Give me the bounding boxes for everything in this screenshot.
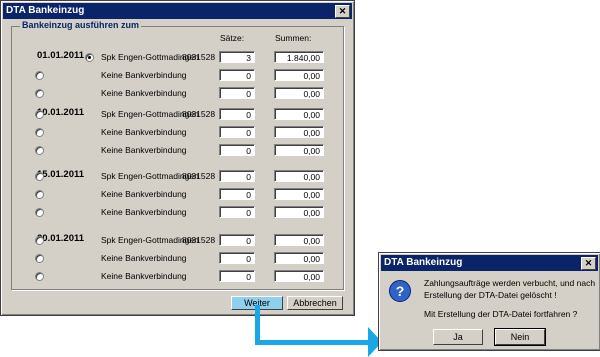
ja-button[interactable]: Ja <box>433 329 483 345</box>
bank-name: Keine Bankverbindung <box>101 207 187 217</box>
bank-radio-button[interactable] <box>85 53 94 62</box>
saetze-field: 0 <box>219 252 255 264</box>
dta-bankeinzug-window: DTA Bankeinzug ✕ Bankeinzug ausführen zu… <box>0 0 355 316</box>
section-date: 01.01.2011 <box>37 50 85 61</box>
saetze-field: 0 <box>219 69 255 81</box>
column-header-saetze: Sätze: <box>220 33 245 43</box>
confirm-message-line1: Zahlungsaufträge werden verbucht, und na… <box>424 278 596 288</box>
bank-radio-button[interactable] <box>35 172 44 181</box>
column-header-summen: Summen: <box>275 33 312 43</box>
section-date: 10.01.2011 <box>37 107 85 118</box>
confirm-title: DTA Bankeinzug <box>384 257 463 268</box>
bank-name: Keine Bankverbindung <box>101 253 187 263</box>
summen-field: 0,00 <box>274 170 324 182</box>
bank-blz: 8031528 <box>182 171 216 181</box>
arrow-line-down <box>255 305 260 345</box>
bank-radio-button[interactable] <box>35 89 44 98</box>
bank-name: Keine Bankverbindung <box>101 70 187 80</box>
bank-name: Keine Bankverbindung <box>101 271 187 281</box>
question-icon: ? <box>389 280 411 302</box>
bank-radio-button[interactable] <box>35 128 44 137</box>
section-date: 15.01.2011 <box>37 169 85 180</box>
bankeinzug-group: Bankeinzug ausführen zum <box>11 20 344 290</box>
confirm-close-icon[interactable]: ✕ <box>581 257 596 270</box>
confirm-question: Mit Erstellung der DTA-Datei fortfahren … <box>424 309 578 319</box>
bank-radio-button[interactable] <box>35 110 44 119</box>
bank-radio-button[interactable] <box>35 71 44 80</box>
summen-field: 0,00 <box>274 87 324 99</box>
bank-radio-button[interactable] <box>35 146 44 155</box>
saetze-field: 0 <box>219 87 255 99</box>
window-title-bar: DTA Bankeinzug ✕ <box>3 3 352 19</box>
section-date: 20.01.2011 <box>37 233 85 244</box>
bank-radio-button[interactable] <box>35 236 44 245</box>
bank-radio-button[interactable] <box>35 272 44 281</box>
saetze-field: 0 <box>219 270 255 282</box>
saetze-field: 0 <box>219 188 255 200</box>
saetze-field: 0 <box>219 234 255 246</box>
bank-blz: 8031528 <box>182 235 216 245</box>
nein-button[interactable]: Nein <box>494 328 546 346</box>
abbrechen-button[interactable]: Abbrechen <box>287 296 343 310</box>
bank-radio-button[interactable] <box>35 208 44 217</box>
summen-field: 0,00 <box>274 188 324 200</box>
summen-field: 0,00 <box>274 69 324 81</box>
close-icon[interactable]: ✕ <box>335 5 350 18</box>
bank-name: Keine Bankverbindung <box>101 189 187 199</box>
summen-field: 0,00 <box>274 206 324 218</box>
bank-name: Keine Bankverbindung <box>101 88 187 98</box>
summen-field: 0,00 <box>274 144 324 156</box>
summen-field: 0,00 <box>274 108 324 120</box>
bank-radio-button[interactable] <box>35 254 44 263</box>
summen-field: 0,00 <box>274 252 324 264</box>
bank-name: Keine Bankverbindung <box>101 145 187 155</box>
summen-field: 0,00 <box>274 270 324 282</box>
bank-name: Keine Bankverbindung <box>101 127 187 137</box>
confirm-title-bar: DTA Bankeinzug ✕ <box>381 255 598 271</box>
confirm-message-line2: Erstellung der DTA-Datei gelöscht ! <box>424 290 557 300</box>
window-title: DTA Bankeinzug <box>6 5 85 16</box>
bank-radio-button[interactable] <box>35 190 44 199</box>
saetze-field: 0 <box>219 126 255 138</box>
summen-field: 1.840,00 <box>274 51 324 63</box>
saetze-field: 0 <box>219 170 255 182</box>
summen-field: 0,00 <box>274 126 324 138</box>
bank-blz: 8031528 <box>182 109 216 119</box>
arrow-line-right <box>255 340 370 345</box>
confirm-dialog: DTA Bankeinzug ✕ ? Zahlungsaufträge werd… <box>378 252 600 351</box>
saetze-field: 0 <box>219 108 255 120</box>
saetze-field: 0 <box>219 144 255 156</box>
saetze-field: 3 <box>219 51 255 63</box>
saetze-field: 0 <box>219 206 255 218</box>
bank-blz: 8031528 <box>182 52 216 62</box>
group-label: Bankeinzug ausführen zum <box>20 20 142 30</box>
summen-field: 0,00 <box>274 234 324 246</box>
